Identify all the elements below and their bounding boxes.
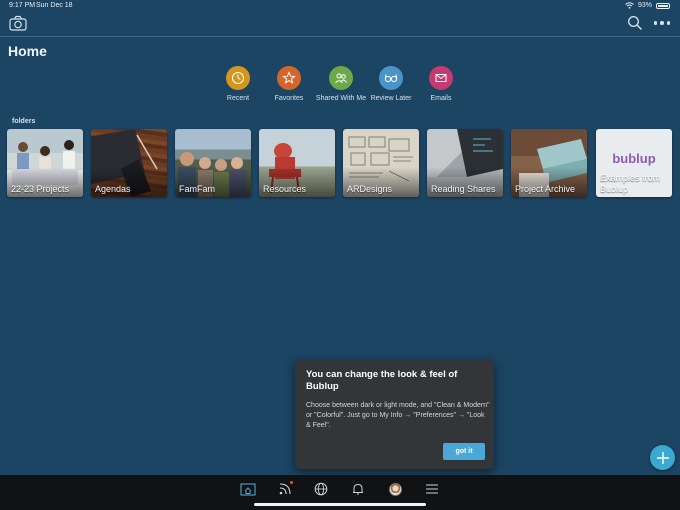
folder-card-agendas[interactable]: Agendas (91, 129, 167, 197)
more-options-button[interactable] (654, 21, 670, 27)
folder-label: Project Archive (515, 184, 576, 194)
status-bar: 9:17 PM Sun Dec 18 93% (0, 0, 680, 12)
quick-link-emails[interactable]: Emails (406, 66, 476, 102)
home-indicator (254, 503, 426, 506)
camera-icon (9, 15, 27, 31)
folder-card-project-archive[interactable]: Project Archive (511, 129, 587, 197)
status-right: 93% (625, 2, 670, 9)
tip-body: Choose between dark or light mode, and "… (306, 402, 490, 429)
folder-label: Reading Shares (431, 184, 496, 194)
search-icon (628, 16, 642, 30)
tab-notifications[interactable] (349, 480, 367, 498)
glasses-icon (384, 74, 398, 83)
status-date: Sun Dec 18 (36, 2, 73, 9)
quick-link-circle (226, 66, 250, 90)
folder-label: Resources (263, 184, 307, 194)
folders-section-label: folders (12, 118, 36, 125)
look-and-feel-tip: You can change the look & feel of Bublup… (295, 359, 494, 469)
plus-icon (656, 451, 669, 464)
tab-home[interactable] (239, 480, 257, 498)
folder-label: Agendas (95, 184, 131, 194)
folder-card-examples-from-bublup[interactable]: bublup Examples from Bublup (596, 129, 672, 197)
top-bar (0, 12, 680, 36)
page-title: Home (8, 43, 47, 59)
home-folder-icon (240, 483, 256, 496)
folder-label: 22-23 Projects (11, 184, 70, 194)
folder-card-reading-shares[interactable]: Reading Shares (427, 129, 503, 197)
menu-icon (426, 484, 438, 494)
status-time: 9:17 PM (9, 2, 36, 9)
people-icon (335, 73, 347, 84)
tab-feed[interactable] (276, 480, 294, 498)
folder-card-resources[interactable]: Resources (259, 129, 335, 197)
more-dot-icon (654, 21, 658, 25)
battery-percent: 93% (637, 2, 652, 9)
tab-menu[interactable] (423, 480, 441, 498)
star-icon (282, 71, 296, 84)
add-button[interactable] (650, 445, 675, 470)
tab-my-info[interactable] (386, 480, 404, 498)
tab-explore[interactable] (312, 480, 330, 498)
quick-link-circle (277, 66, 301, 90)
notification-dot (290, 481, 293, 484)
got-it-button[interactable]: got it (443, 443, 485, 460)
feed-icon (279, 483, 291, 495)
folder-card-ardesigns[interactable]: ARDesigns (343, 129, 419, 197)
tip-title: You can change the look & feel of Bublup (306, 369, 458, 392)
folder-label: ARDesigns (347, 184, 393, 194)
more-dot-icon (666, 21, 670, 25)
avatar (388, 482, 402, 496)
globe-icon (314, 482, 328, 496)
bublup-logo-image: bublup (612, 151, 655, 166)
folder-card-22-23-projects[interactable]: 22-23 Projects (7, 129, 83, 197)
header-divider (0, 36, 680, 37)
quick-link-circle (329, 66, 353, 90)
clock-icon (232, 72, 244, 84)
quick-link-circle (379, 66, 403, 90)
more-dot-icon (660, 21, 664, 25)
folder-label: Examples from Bublup (600, 173, 661, 194)
search-button[interactable] (627, 15, 643, 31)
wifi-icon (625, 2, 634, 9)
bublup-logo-text: bublup (612, 151, 655, 166)
camera-button[interactable] (9, 15, 27, 31)
folder-label: FamFam (179, 184, 215, 194)
quick-link-circle (429, 66, 453, 90)
quick-links: Recent Favorites Shared With Me Review L… (213, 66, 468, 106)
quick-link-label: Emails (430, 95, 452, 102)
battery-icon (656, 2, 670, 9)
folder-card-famfam[interactable]: FamFam (175, 129, 251, 197)
envelope-icon (435, 74, 447, 82)
bell-icon (353, 483, 363, 495)
